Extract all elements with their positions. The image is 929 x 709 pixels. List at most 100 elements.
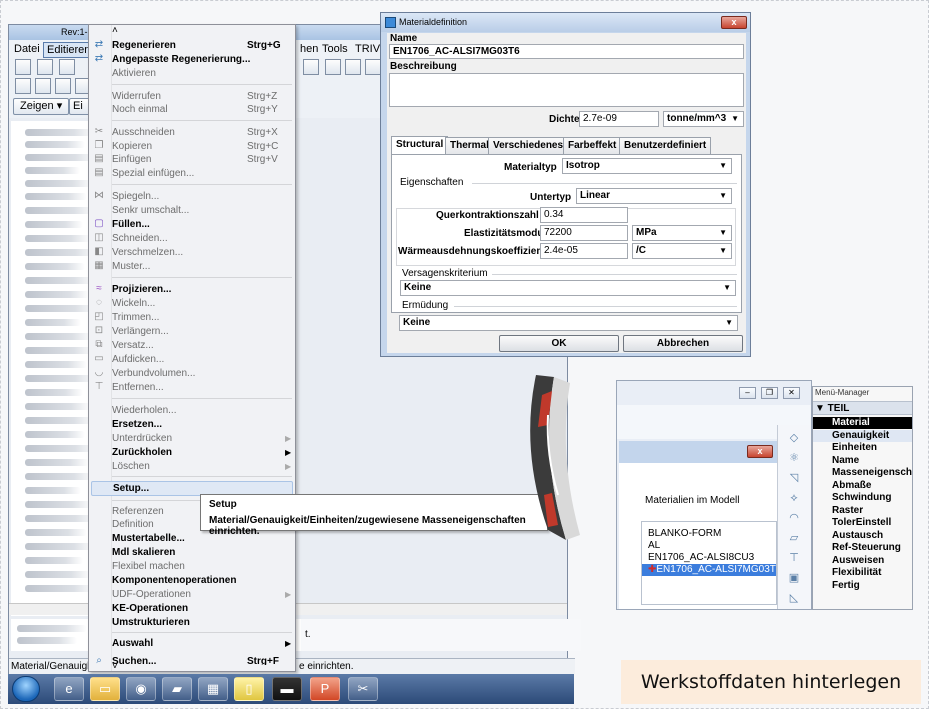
menu-item-udf-operationen[interactable]: UDF-Operationen ▶ <box>89 588 295 601</box>
menu-item-wiederholen[interactable]: Wiederholen... <box>89 404 295 417</box>
mmgr-item-tolereinstell[interactable]: TolerEinstell <box>813 517 912 529</box>
menu-item-loeschen[interactable]: Löschen ▶ <box>89 460 295 473</box>
mmgr-item-ref-steuerung[interactable]: Ref-Steuerung <box>813 542 912 554</box>
app-icon[interactable]: ◉ <box>126 677 156 701</box>
beschreibung-field[interactable] <box>389 73 744 107</box>
querkontraktionszahl-field[interactable]: 0.34 <box>540 207 628 223</box>
close-window-icon[interactable]: ✕ <box>783 387 800 399</box>
mmgr-item-material[interactable]: Material <box>813 417 912 429</box>
dichte-unit-select[interactable]: tonne/mm^3 ▼ <box>663 111 744 127</box>
menu-item-aufdicken[interactable]: ▭ Aufdicken... <box>89 353 295 366</box>
menu-item-versatz[interactable]: ⧉ Versatz... <box>89 339 295 352</box>
menu-item-auswahl[interactable]: Auswahl ▶ <box>89 637 295 650</box>
menu-scroll-down-icon[interactable]: ˅ <box>112 661 118 672</box>
menu-item-ke-operationen[interactable]: KE-Operationen <box>89 602 295 615</box>
powerpoint-icon[interactable]: P <box>310 677 340 701</box>
list-item-selected[interactable]: ✚EN1706_AC-ALSI7MG03T <box>642 564 776 576</box>
teil-einrichten-header[interactable]: ▼ TEIL EINRICHTEN <box>813 401 912 427</box>
menu-item-umstrukturieren[interactable]: Umstrukturieren <box>89 616 295 629</box>
tool-icon[interactable]: ⟡ <box>787 491 801 505</box>
list-item[interactable]: BLANKO-FORM <box>648 528 721 540</box>
menu-tools[interactable]: Tools <box>319 42 351 56</box>
waermeausdehnungskoeffizient-field[interactable]: 2.4e-05 <box>540 243 628 259</box>
layers-icon[interactable] <box>35 78 51 94</box>
versagenskriterium-select[interactable]: Keine ▼ <box>400 280 736 296</box>
open-file-icon[interactable] <box>37 59 53 75</box>
menu-item-verbundvolumen[interactable]: ◡ Verbundvolumen... <box>89 367 295 380</box>
menu-item-wickeln[interactable]: ◌ Wickeln... <box>89 297 295 310</box>
menu-item-verschmelzen[interactable]: ◧ Verschmelzen... <box>89 246 295 259</box>
elastizitaetsmodul-field[interactable]: 72200 <box>540 225 628 241</box>
menu-scroll-up-icon[interactable]: ˄ <box>112 25 118 36</box>
menu-ansicht-partial[interactable]: hen <box>297 42 321 56</box>
untertyp-select[interactable]: Linear ▼ <box>576 188 732 204</box>
new-file-icon[interactable] <box>15 59 31 75</box>
menu-item-schneiden[interactable]: ◫ Schneiden... <box>89 232 295 245</box>
app-icon[interactable]: ▦ <box>198 677 228 701</box>
tool-icon[interactable]: ◹ <box>787 471 801 485</box>
zoom-out-icon[interactable] <box>365 59 381 75</box>
menu-item-projizieren[interactable]: ≈ Projizieren... <box>89 283 295 296</box>
waermeausdehnung-unit-select[interactable]: /C ▼ <box>632 243 732 259</box>
tool-icon[interactable]: ◺ <box>787 591 801 605</box>
menu-item-noch-einmal[interactable]: Noch einmal Strg+Y <box>89 103 295 116</box>
mmgr-item-abmasse[interactable]: Abmaße <box>813 480 912 492</box>
menu-item-einfuegen[interactable]: ▤ Einfügen Strg+V <box>89 153 295 166</box>
menu-item-widerrufen[interactable]: Widerrufen Strg+Z <box>89 90 295 103</box>
menu-item-ersetzen[interactable]: Ersetzen... <box>89 418 295 431</box>
menu-item-flexibel-machen[interactable]: Flexibel machen <box>89 560 295 573</box>
mmgr-item-fertig[interactable]: Fertig <box>813 580 912 592</box>
menu-item-senkr-umschalt[interactable]: Senkr umschalt... <box>89 204 295 217</box>
list-item[interactable]: AL <box>648 540 660 552</box>
mmgr-item-schwindung[interactable]: Schwindung <box>813 492 912 504</box>
menu-item-suchen[interactable]: ⌕ Suchen... Strg+F <box>89 655 295 665</box>
tool-icon[interactable]: ⊤ <box>787 551 801 565</box>
mmgr-item-einheiten[interactable]: Einheiten <box>813 442 912 454</box>
elastizitaetsmodul-unit-select[interactable]: MPa ▼ <box>632 225 732 241</box>
folder-icon[interactable] <box>55 78 71 94</box>
menu-item-unterdruecken[interactable]: Unterdrücken ▶ <box>89 432 295 445</box>
mmgr-item-austausch[interactable]: Austausch <box>813 530 912 542</box>
menu-item-mdl-skalieren[interactable]: Mdl skalieren <box>89 546 295 559</box>
materialtyp-select[interactable]: Isotrop ▼ <box>562 158 732 174</box>
menu-item-angepasste-regenerierung[interactable]: ⇄ Angepasste Regenerierung... <box>89 53 295 66</box>
tool-icon[interactable]: ⚛ <box>787 451 801 465</box>
app-icon[interactable]: ▰ <box>162 677 192 701</box>
file-explorer-icon[interactable]: ▭ <box>90 677 120 701</box>
view-icon[interactable] <box>303 59 319 75</box>
zoom-fit-icon[interactable] <box>325 59 341 75</box>
tools-icon[interactable]: ✂ <box>348 677 378 701</box>
menu-item-trimmen[interactable]: ◰ Trimmen... <box>89 311 295 324</box>
tab-benutzerdefiniert[interactable]: Benutzerdefiniert <box>619 137 712 154</box>
menu-item-verlaengern[interactable]: ⊡ Verlängern... <box>89 325 295 338</box>
menu-item-regenerieren[interactable]: ⇄ Regenerieren Strg+G <box>89 39 295 52</box>
menu-item-aktivieren[interactable]: Aktivieren <box>89 67 295 80</box>
close-icon[interactable]: x <box>747 445 773 458</box>
tool-icon[interactable]: ◠ <box>787 511 801 525</box>
notes-icon[interactable]: ▯ <box>234 677 264 701</box>
mmgr-item-name[interactable]: Name <box>813 455 912 467</box>
tab-verschiedenes[interactable]: Verschiedenes <box>488 137 569 154</box>
mmgr-item-ausweisen[interactable]: Ausweisen <box>813 555 912 567</box>
mmgr-item-genauigkeit[interactable]: Genauigkeit <box>813 430 912 442</box>
dichte-field[interactable]: 2.7e-09 <box>579 111 659 127</box>
menu-datei[interactable]: Datei <box>11 42 43 56</box>
mmgr-item-masseneigenschaften[interactable]: Masseneigensch <box>813 467 912 479</box>
zoom-in-icon[interactable] <box>345 59 361 75</box>
internet-explorer-icon[interactable]: e <box>54 677 84 701</box>
tree-icon[interactable] <box>15 78 31 94</box>
tab-farbeffekt[interactable]: Farbeffekt <box>563 137 622 154</box>
materials-list[interactable]: BLANKO-FORM AL EN1706_AC-ALSI8CU3 ✚EN170… <box>641 521 777 605</box>
close-icon[interactable]: x <box>721 16 747 29</box>
open-folder-icon[interactable] <box>59 59 75 75</box>
menu-editieren[interactable]: Editieren <box>43 42 95 58</box>
tool-icon[interactable]: ◇ <box>787 431 801 445</box>
name-field[interactable]: EN1706_AC-ALSI7MG03T6 <box>389 44 744 59</box>
tool-icon[interactable]: ▣ <box>787 571 801 585</box>
abbrechen-button[interactable]: Abbrechen <box>623 335 743 352</box>
ermuedung-select[interactable]: Keine ▼ <box>399 315 738 331</box>
menu-item-fuellen[interactable]: ▢ Füllen... <box>89 218 295 231</box>
tab-structural[interactable]: Structural <box>391 136 449 154</box>
menu-item-spiegeln[interactable]: ⋈ Spiegeln... <box>89 190 295 203</box>
menu-item-komponentenoperationen[interactable]: Komponentenoperationen <box>89 574 295 587</box>
